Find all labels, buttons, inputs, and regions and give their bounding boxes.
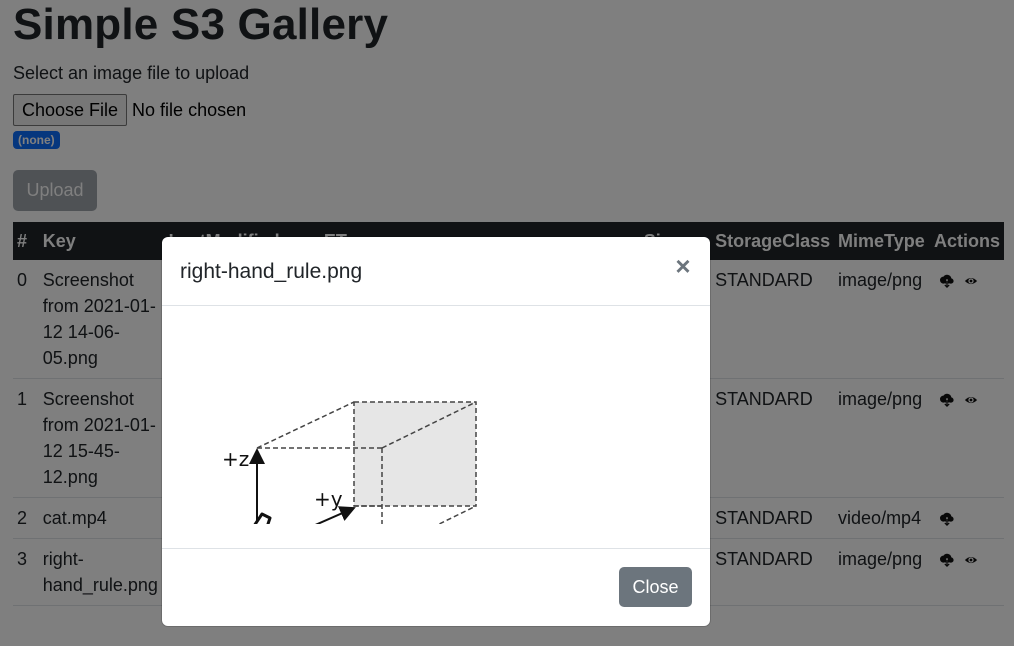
- modal-footer: Close: [162, 549, 710, 627]
- y-axis-label: +y: [314, 487, 343, 511]
- close-button[interactable]: Close: [619, 567, 692, 607]
- modal-title: right-hand_rule.png: [180, 260, 363, 283]
- close-icon[interactable]: ×: [672, 253, 694, 279]
- pointing-hand-icon: [253, 512, 272, 524]
- image-preview-modal: right-hand_rule.png × +z +y Close: [162, 237, 710, 626]
- modal-body: +z +y +x: [162, 306, 710, 549]
- z-axis-label: +z: [222, 447, 249, 471]
- preview-image: +z +y +x: [222, 401, 477, 524]
- modal-header: right-hand_rule.png ×: [162, 237, 710, 306]
